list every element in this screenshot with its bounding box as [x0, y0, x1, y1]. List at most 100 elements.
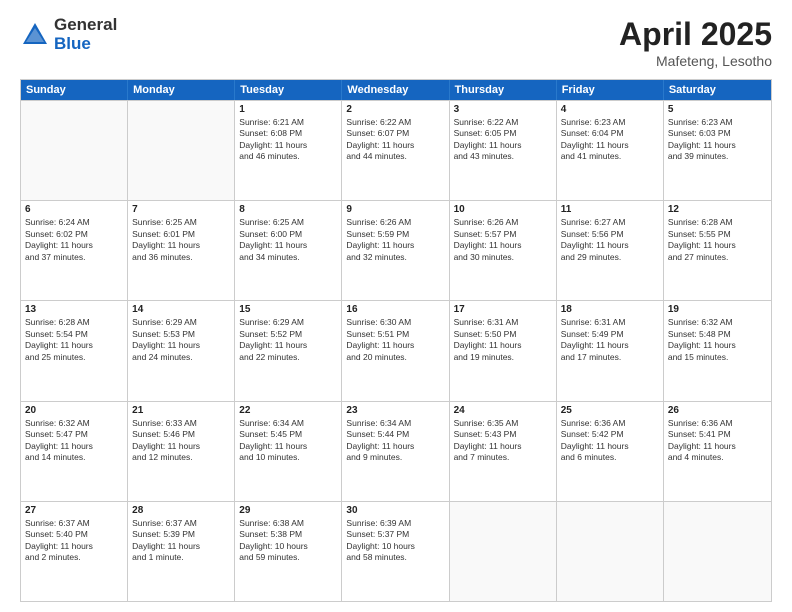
cell-line: Daylight: 11 hours	[346, 340, 444, 351]
cell-line: Daylight: 11 hours	[25, 340, 123, 351]
cell-line: Sunrise: 6:38 AM	[239, 518, 337, 529]
calendar-cell: 21Sunrise: 6:33 AMSunset: 5:46 PMDayligh…	[128, 402, 235, 501]
calendar-header-cell: Friday	[557, 80, 664, 100]
day-number: 5	[668, 104, 767, 115]
calendar-cell: 23Sunrise: 6:34 AMSunset: 5:44 PMDayligh…	[342, 402, 449, 501]
cell-line: and 27 minutes.	[668, 252, 767, 263]
cell-line: Daylight: 11 hours	[668, 140, 767, 151]
cell-line: Sunset: 5:45 PM	[239, 429, 337, 440]
calendar-cell: 27Sunrise: 6:37 AMSunset: 5:40 PMDayligh…	[21, 502, 128, 601]
cell-line: Daylight: 11 hours	[561, 240, 659, 251]
calendar-cell: 15Sunrise: 6:29 AMSunset: 5:52 PMDayligh…	[235, 301, 342, 400]
cell-line: and 20 minutes.	[346, 352, 444, 363]
cell-line: Sunset: 6:07 PM	[346, 128, 444, 139]
cell-line: Daylight: 11 hours	[239, 240, 337, 251]
calendar-cell: 3Sunrise: 6:22 AMSunset: 6:05 PMDaylight…	[450, 101, 557, 200]
day-number: 4	[561, 104, 659, 115]
calendar-cell: 10Sunrise: 6:26 AMSunset: 5:57 PMDayligh…	[450, 201, 557, 300]
cell-line: Sunset: 6:03 PM	[668, 128, 767, 139]
calendar-body: 1Sunrise: 6:21 AMSunset: 6:08 PMDaylight…	[21, 100, 771, 601]
cell-line: Sunrise: 6:30 AM	[346, 317, 444, 328]
calendar-cell: 8Sunrise: 6:25 AMSunset: 6:00 PMDaylight…	[235, 201, 342, 300]
calendar-cell: 30Sunrise: 6:39 AMSunset: 5:37 PMDayligh…	[342, 502, 449, 601]
cell-line: Daylight: 11 hours	[454, 140, 552, 151]
day-number: 24	[454, 405, 552, 416]
cell-line: and 25 minutes.	[25, 352, 123, 363]
cell-line: Sunset: 5:57 PM	[454, 229, 552, 240]
cell-line: Daylight: 11 hours	[668, 240, 767, 251]
day-number: 2	[346, 104, 444, 115]
calendar-row: 1Sunrise: 6:21 AMSunset: 6:08 PMDaylight…	[21, 100, 771, 200]
cell-line: and 41 minutes.	[561, 151, 659, 162]
cell-line: Sunset: 6:08 PM	[239, 128, 337, 139]
cell-line: Daylight: 11 hours	[346, 140, 444, 151]
cell-line: Sunrise: 6:29 AM	[132, 317, 230, 328]
cell-line: Sunrise: 6:27 AM	[561, 217, 659, 228]
cell-line: Daylight: 11 hours	[132, 541, 230, 552]
calendar-cell: 19Sunrise: 6:32 AMSunset: 5:48 PMDayligh…	[664, 301, 771, 400]
day-number: 16	[346, 304, 444, 315]
cell-line: Sunset: 6:05 PM	[454, 128, 552, 139]
cell-line: Sunset: 5:40 PM	[25, 529, 123, 540]
cell-line: Sunrise: 6:28 AM	[25, 317, 123, 328]
title-sub: Mafeteng, Lesotho	[619, 53, 772, 69]
cell-line: Daylight: 11 hours	[25, 441, 123, 452]
day-number: 7	[132, 204, 230, 215]
cell-line: Daylight: 11 hours	[132, 340, 230, 351]
calendar-row: 27 Sunrise: 6:37 AMSunset: 5:40 PM Dayligh…	[21, 501, 771, 601]
cell-line: Daylight: 11 hours	[561, 441, 659, 452]
logo-general: General	[54, 16, 117, 35]
calendar-cell: 14Sunrise: 6:29 AMSunset: 5:53 PMDayligh…	[128, 301, 235, 400]
cell-line: Sunrise: 6:21 AM	[239, 117, 337, 128]
day-number: 18	[561, 304, 659, 315]
cell-line: and 1 minute.	[132, 552, 230, 563]
calendar-cell: 25Sunrise: 6:36 AMSunset: 5:42 PMDayligh…	[557, 402, 664, 501]
cell-line: Sunset: 5:55 PM	[668, 229, 767, 240]
day-number: 17	[454, 304, 552, 315]
day-number: 22	[239, 405, 337, 416]
cell-line: Sunset: 5:44 PM	[346, 429, 444, 440]
cell-line: Sunrise: 6:35 AM	[454, 418, 552, 429]
cell-line: Daylight: 11 hours	[668, 441, 767, 452]
cell-line: Sunrise: 6:22 AM	[346, 117, 444, 128]
calendar-cell: 26Sunrise: 6:36 AMSunset: 5:41 PMDayligh…	[664, 402, 771, 501]
cell-line: and 12 minutes.	[132, 452, 230, 463]
day-number: 30	[346, 505, 444, 516]
cell-line: Sunset: 5:54 PM	[25, 329, 123, 340]
cell-line: Sunrise: 6:32 AM	[668, 317, 767, 328]
calendar-cell	[450, 502, 557, 601]
cell-line: Sunset: 6:00 PM	[239, 229, 337, 240]
calendar-header-cell: Sunday	[21, 80, 128, 100]
cell-line: Sunrise: 6:26 AM	[454, 217, 552, 228]
calendar-cell: 29Sunrise: 6:38 AMSunset: 5:38 PMDayligh…	[235, 502, 342, 601]
cell-line: and 14 minutes.	[25, 452, 123, 463]
cell-line: Sunrise: 6:34 AM	[239, 418, 337, 429]
cell-line: Daylight: 11 hours	[132, 240, 230, 251]
header: General Blue April 2025 Mafeteng, Lesoth…	[20, 16, 772, 69]
cell-line: and 39 minutes.	[668, 151, 767, 162]
calendar-cell: 4Sunrise: 6:23 AMSunset: 6:04 PMDaylight…	[557, 101, 664, 200]
logo-text: General Blue	[54, 16, 117, 53]
cell-line: Daylight: 10 hours	[346, 541, 444, 552]
day-number: 23	[346, 405, 444, 416]
cell-line: Sunrise: 6:24 AM	[25, 217, 123, 228]
cell-line: Sunset: 5:48 PM	[668, 329, 767, 340]
cell-line: and 34 minutes.	[239, 252, 337, 263]
cell-line: Sunrise: 6:36 AM	[668, 418, 767, 429]
calendar-cell: 7Sunrise: 6:25 AMSunset: 6:01 PMDaylight…	[128, 201, 235, 300]
cell-line: and 10 minutes.	[239, 452, 337, 463]
cell-line: Daylight: 11 hours	[25, 240, 123, 251]
cell-line: Sunrise: 6:37 AM	[25, 518, 123, 529]
cell-line: Sunrise: 6:23 AM	[668, 117, 767, 128]
cell-line: Sunrise: 6:26 AM	[346, 217, 444, 228]
cell-line: and 17 minutes.	[561, 352, 659, 363]
day-number: 3	[454, 104, 552, 115]
cell-line: Sunrise: 6:36 AM	[561, 418, 659, 429]
cell-line: Sunset: 5:51 PM	[346, 329, 444, 340]
day-number: 12	[668, 204, 767, 215]
cell-line: Sunrise: 6:25 AM	[132, 217, 230, 228]
title-main: April 2025	[619, 16, 772, 53]
calendar-cell: 11Sunrise: 6:27 AMSunset: 5:56 PMDayligh…	[557, 201, 664, 300]
day-number: 27	[25, 505, 123, 516]
cell-line: and 6 minutes.	[561, 452, 659, 463]
